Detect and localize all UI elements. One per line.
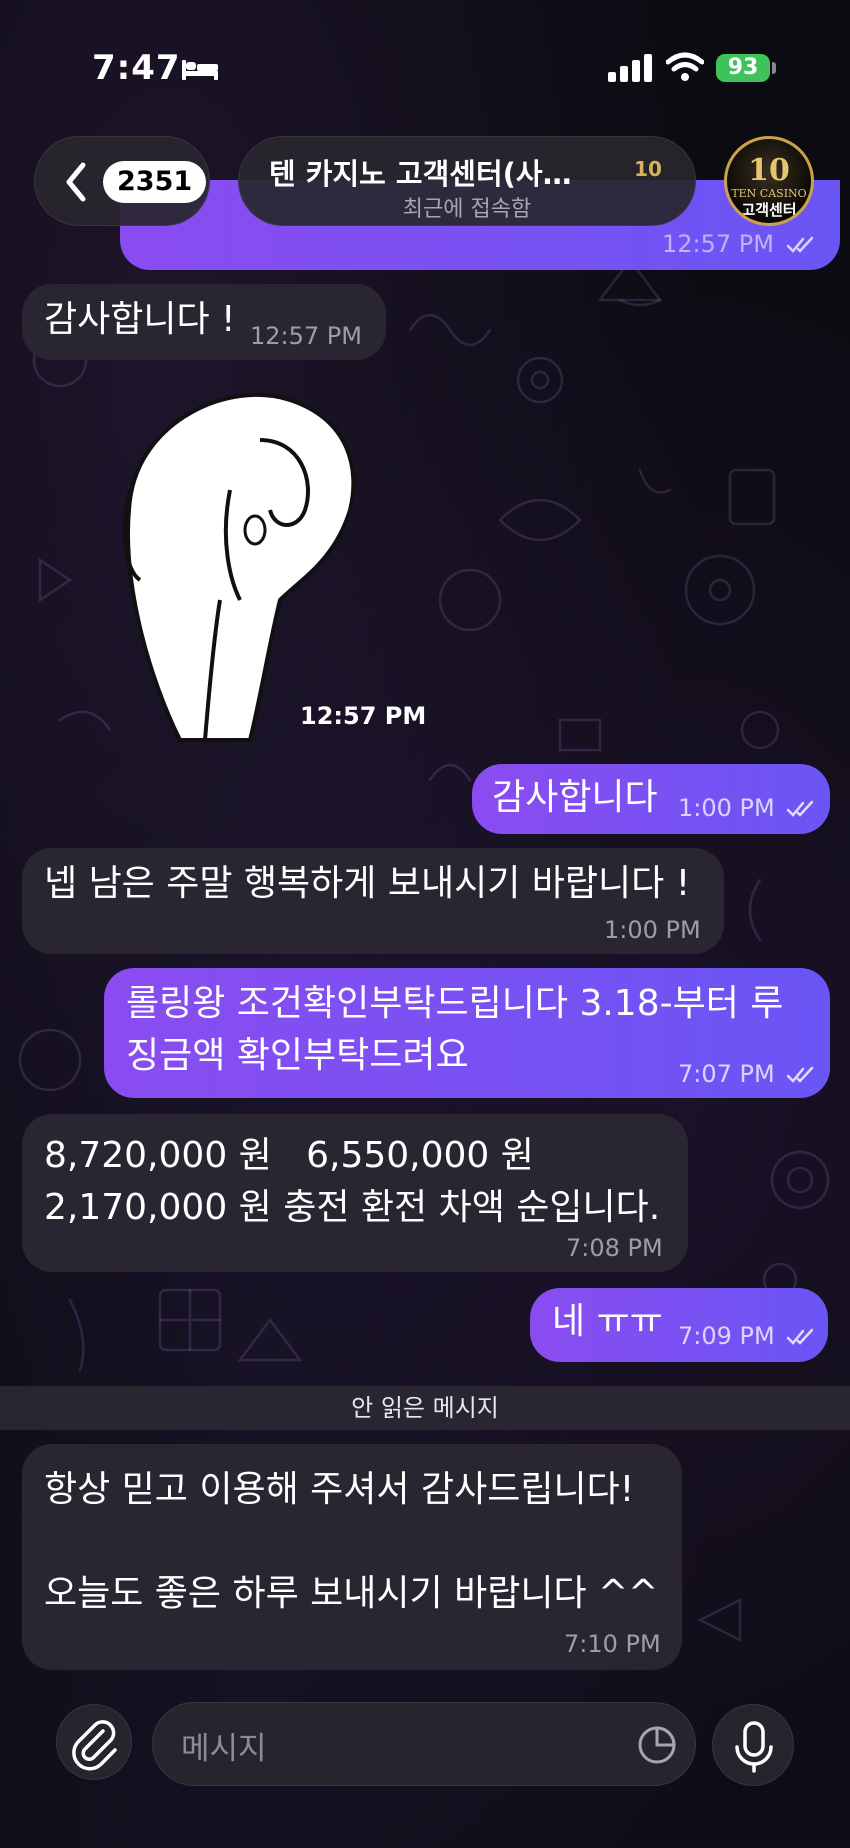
bowing-character-sticker[interactable] bbox=[110, 380, 370, 750]
sleep-focus-icon bbox=[182, 60, 218, 80]
sticker-time: 12:57 PM bbox=[300, 702, 427, 730]
cellular-signal-icon bbox=[608, 54, 652, 82]
status-bar: 7:47 93 bbox=[0, 0, 850, 130]
back-button[interactable]: 2351 bbox=[34, 136, 210, 226]
paperclip-icon bbox=[72, 1720, 117, 1771]
unread-messages-divider: 안 읽은 메시지 bbox=[0, 1386, 850, 1430]
voice-message-button[interactable] bbox=[712, 1704, 794, 1786]
double-check-icon bbox=[787, 800, 814, 817]
chat-avatar[interactable]: 10 TEN CASINO 고객센터 bbox=[724, 136, 814, 226]
message-bubble-incoming[interactable]: 항상 믿고 이용해 주셔서 감사드립니다! 오늘도 좋은 하루 보내시기 바랍니… bbox=[22, 1444, 682, 1670]
chat-subtitle: 최근에 접속함 bbox=[402, 197, 532, 222]
message-bubble-outgoing[interactable]: 네 ㅠㅠ 7:09 PM bbox=[530, 1288, 828, 1362]
chat-title-button[interactable]: 텐 카지노 고객센터(사… 10 최근에 접속함 bbox=[238, 136, 696, 226]
message-meta: 7:09 PM bbox=[678, 1322, 816, 1350]
chevron-left-icon bbox=[66, 162, 86, 202]
sticker-emoji-icon[interactable] bbox=[637, 1725, 677, 1765]
wifi-icon bbox=[666, 52, 704, 81]
message-time: 12:57 PM bbox=[662, 230, 774, 258]
avatar-subtitle: 고객센터 bbox=[741, 201, 797, 219]
message-text: 넵 남은 주말 행복하게 보내시기 바랍니다 ! bbox=[44, 863, 691, 904]
battery-tip bbox=[772, 62, 776, 74]
message-input[interactable]: 메시지 bbox=[152, 1702, 696, 1786]
chat-title: 텐 카지노 고객센터(사… bbox=[269, 157, 572, 191]
unread-count-badge: 2351 bbox=[103, 161, 207, 203]
attach-button[interactable] bbox=[56, 1704, 132, 1780]
avatar-logo: 10 bbox=[748, 153, 790, 188]
message-meta: 7:07 PM bbox=[678, 1060, 816, 1088]
message-text: 감사합니다 ! bbox=[44, 299, 236, 340]
message-text: 항상 믿고 이용해 주셔서 감사드립니다! 오늘도 좋은 하루 보내시기 바랍니… bbox=[44, 1469, 659, 1614]
message-meta: 1:00 PM bbox=[678, 794, 816, 822]
message-bubble-incoming[interactable]: 감사합니다 ! 12:57 PM bbox=[22, 284, 386, 360]
message-input-placeholder: 메시지 bbox=[181, 1731, 267, 1767]
message-time: 1:00 PM bbox=[604, 916, 701, 944]
message-time: 1:00 PM bbox=[678, 794, 775, 822]
microphone-icon bbox=[735, 1721, 773, 1773]
double-check-icon bbox=[787, 1066, 814, 1083]
message-time: 7:10 PM bbox=[564, 1630, 661, 1658]
battery-indicator: 93 bbox=[716, 54, 770, 82]
message-time: 7:09 PM bbox=[678, 1322, 775, 1350]
message-bubble-outgoing[interactable]: 감사합니다 1:00 PM bbox=[472, 764, 830, 834]
message-text: 8,720,000 원 6,550,000 원 2,170,000 원 충전 환… bbox=[44, 1135, 661, 1228]
clock: 7:47 bbox=[92, 48, 181, 88]
message-meta: 12:57 PM bbox=[662, 230, 816, 258]
message-time: 7:07 PM bbox=[678, 1060, 775, 1088]
message-bubble-incoming[interactable]: 8,720,000 원 6,550,000 원 2,170,000 원 충전 환… bbox=[22, 1114, 688, 1272]
message-text: 감사합니다 bbox=[492, 777, 658, 818]
double-check-icon bbox=[787, 1328, 814, 1345]
message-time: 12:57 PM bbox=[250, 322, 362, 350]
message-bubble-incoming[interactable]: 넵 남은 주말 행복하게 보내시기 바랍니다 ! 1:00 PM bbox=[22, 848, 724, 954]
message-bubble-outgoing[interactable]: 롤링왕 조건확인부탁드립니다 3.18-부터 루 징금액 확인부탁드려요 7:0… bbox=[104, 968, 830, 1098]
message-text: 네 ㅠㅠ bbox=[552, 1301, 663, 1342]
message-time: 7:08 PM bbox=[566, 1234, 663, 1262]
double-check-icon bbox=[786, 236, 813, 253]
verified-badge: 10 bbox=[634, 157, 662, 181]
